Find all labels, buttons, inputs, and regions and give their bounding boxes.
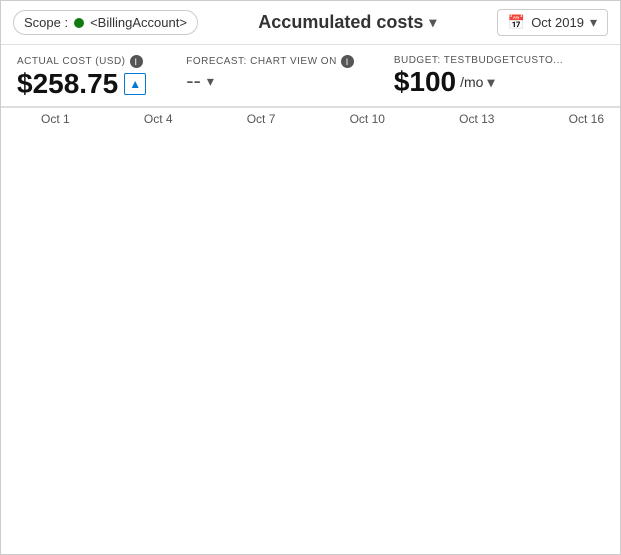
forecast-block: FORECAST: CHART VIEW ON i -- ▾ [186,55,354,94]
actual-cost-info-icon[interactable]: i [130,55,143,68]
x-label-oct7: Oct 7 [247,112,276,126]
date-label: Oct 2019 [531,15,584,30]
page-title: Accumulated costs [258,12,423,33]
actual-cost-label: ACTUAL COST (USD) i [17,55,146,68]
collapse-dropdown-button[interactable]: ▲ [124,73,146,95]
date-chevron-icon: ▾ [590,14,597,31]
budget-block: BUDGET: TESTBUDGETCUSTO... $100 /mo ▾ [394,55,563,98]
scope-value: <BillingAccount> [90,15,187,30]
actual-cost-block: ACTUAL COST (USD) i $258.75 ▲ [17,55,146,100]
scope-dot-icon [74,18,84,28]
scope-label: Scope : [24,15,68,30]
x-label-oct1: Oct 1 [41,112,70,126]
scope-button[interactable]: Scope : <BillingAccount> [13,10,198,35]
budget-chevron-icon[interactable]: ▾ [487,74,494,91]
top-bar: Scope : <BillingAccount> Accumulated cos… [1,1,620,45]
forecast-value: -- ▾ [186,68,354,94]
budget-label: BUDGET: TESTBUDGETCUSTO... [394,55,563,66]
x-axis: Oct 1 Oct 4 Oct 7 Oct 10 Oct 13 Oct 16 [1,107,620,132]
accumulated-costs-button[interactable]: Accumulated costs ▾ [258,12,436,33]
x-label-oct16: Oct 16 [569,112,604,126]
date-picker-button[interactable]: 📅 Oct 2019 ▾ [497,9,608,36]
forecast-info-icon[interactable]: i [341,55,354,68]
metrics-bar: ACTUAL COST (USD) i $258.75 ▲ FORECAST: … [1,45,620,107]
x-label-oct13: Oct 13 [459,112,494,126]
x-label-oct10: Oct 10 [350,112,385,126]
forecast-label: FORECAST: CHART VIEW ON i [186,55,354,68]
chevron-down-icon: ▾ [429,14,436,31]
forecast-chevron-icon[interactable]: ▾ [207,73,214,90]
actual-cost-value: $258.75 ▲ [17,68,146,100]
calendar-icon: 📅 [508,14,525,31]
budget-value: $100 /mo ▾ [394,66,563,98]
x-label-oct4: Oct 4 [144,112,173,126]
